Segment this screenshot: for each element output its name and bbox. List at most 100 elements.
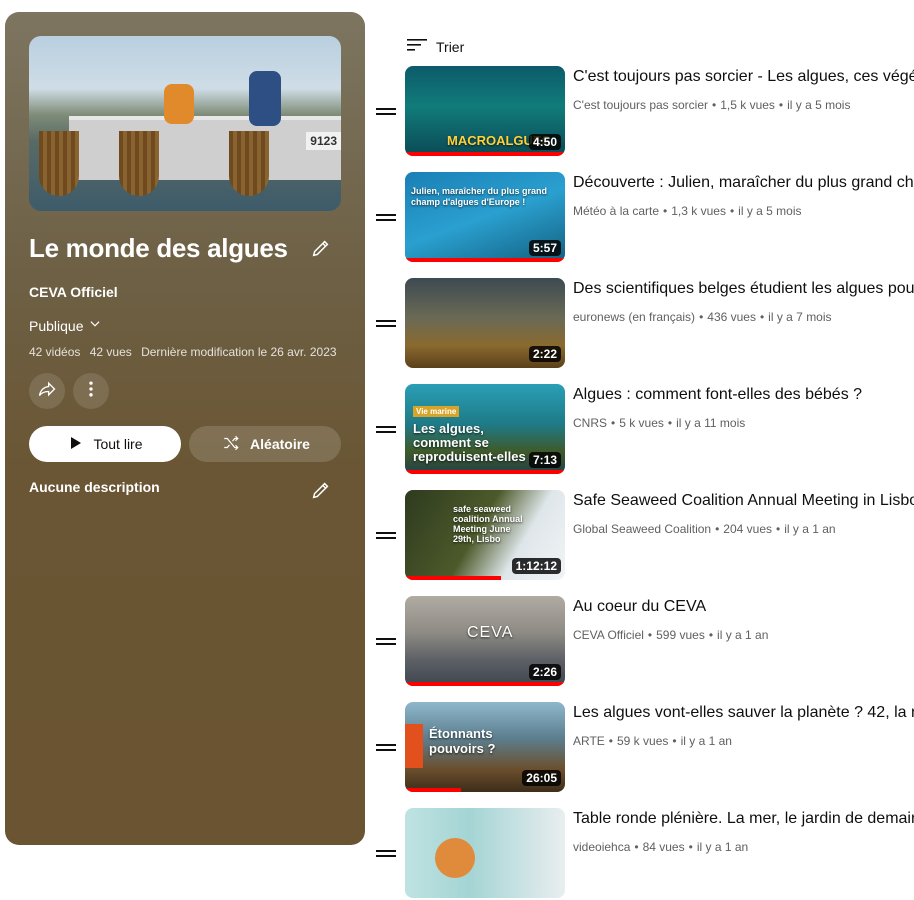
drag-handle-icon[interactable] [376, 426, 396, 434]
video-views: 204 vues [723, 522, 772, 536]
video-meta: Global Seaweed Coalition • 204 vues • il y a… [573, 522, 914, 536]
arte-logo [405, 724, 423, 768]
video-thumbnail[interactable]: Vie marine Les algues, comment se reprod… [405, 384, 565, 474]
chevron-down-icon [88, 317, 102, 334]
video-age: il y a 5 mois [738, 204, 802, 218]
edit-title-pencil-icon[interactable] [310, 237, 332, 259]
shuffle-button[interactable]: Aléatoire [189, 426, 341, 462]
sort-icon [407, 37, 427, 56]
thumbnail-caption: CEVA [467, 624, 514, 641]
video-meta: Météo à la carte • 1,3 k vues • il y a 5 moi… [573, 204, 914, 218]
separator-dot: • [608, 734, 613, 748]
cover-person [164, 84, 194, 124]
share-button[interactable] [29, 373, 65, 409]
video-duration: 5:57 [528, 240, 561, 256]
video-channel[interactable]: C'est toujours pas sorcier [573, 98, 708, 112]
drag-handle-icon[interactable] [376, 108, 396, 116]
drag-handle-icon[interactable] [376, 744, 396, 752]
video-channel[interactable]: Météo à la carte [573, 204, 659, 218]
video-duration: 2:22 [528, 346, 561, 362]
video-thumbnail[interactable] [405, 808, 565, 898]
video-duration: 26:05 [522, 770, 561, 786]
view-count: 42 vues [89, 345, 132, 359]
video-channel[interactable]: CNRS [573, 416, 607, 430]
video-age: il y a 7 mois [768, 310, 832, 324]
privacy-dropdown[interactable]: Publique [29, 317, 102, 334]
separator-dot: • [667, 416, 673, 430]
video-thumbnail[interactable]: MACROALGUES 4:50 [405, 66, 565, 156]
playlist-owner[interactable]: CEVA Officiel [29, 284, 118, 300]
separator-dot: • [759, 310, 765, 324]
video-duration: 1:12:12 [511, 558, 561, 574]
video-title[interactable]: Table ronde plénière. La mer, le jardin … [573, 810, 914, 828]
video-title[interactable]: C'est toujours pas sorcier - Les algues,… [573, 68, 914, 86]
list-item[interactable]: safe seaweed coalition Annual Meeting Ju… [376, 490, 914, 582]
video-channel[interactable]: Global Seaweed Coalition [573, 522, 711, 536]
drag-handle-icon[interactable] [376, 320, 396, 328]
cover-boat [69, 116, 341, 180]
list-item[interactable]: Vie marine Les algues, comment se reprod… [376, 384, 914, 476]
list-item[interactable]: Julien, maraîcher du plus grand champ d'… [376, 172, 914, 264]
video-thumbnail[interactable]: CEVA 2:26 [405, 596, 565, 686]
video-thumbnail[interactable]: safe seaweed coalition Annual Meeting Ju… [405, 490, 565, 580]
video-meta: CNRS • 5 k vues • il y a 11 mois [573, 416, 914, 430]
video-meta: ARTE • 59 k vues • il y a 1 an [573, 734, 914, 748]
share-icon [37, 379, 57, 404]
sort-button[interactable]: Trier [407, 37, 464, 56]
separator-dot: • [647, 628, 653, 642]
separator-dot: • [729, 204, 735, 218]
list-item[interactable]: Table ronde plénière. La mer, le jardin … [376, 808, 914, 900]
separator-dot: • [699, 310, 704, 324]
shuffle-label: Aléatoire [250, 436, 310, 452]
video-title[interactable]: Algues : comment font-elles des bébés ? [573, 386, 914, 404]
drag-handle-icon[interactable] [376, 638, 396, 646]
thumbnail-caption: Julien, maraîcher du plus grand champ d'… [411, 186, 548, 207]
drag-handle-icon[interactable] [376, 214, 396, 222]
thumbnail-caption: safe seaweed coalition Annual Meeting Ju… [453, 504, 523, 544]
watch-progress-bar [405, 682, 565, 686]
video-channel[interactable]: euronews (en français) [573, 310, 695, 324]
edit-description-pencil-icon[interactable] [310, 479, 332, 501]
video-views: 5 k vues [619, 416, 664, 430]
playlist-title: Le monde des algues [29, 233, 288, 263]
video-title[interactable]: Découverte : Julien, maraîcher du plus g… [573, 174, 914, 192]
video-title[interactable]: Des scientifiques belges étudient les al… [573, 280, 914, 298]
list-item[interactable]: 2:22 Des scientifiques belges étudient l… [376, 278, 914, 370]
video-thumbnail[interactable]: 2:22 [405, 278, 565, 368]
video-count: 42 vidéos [29, 345, 81, 359]
video-duration: 2:26 [528, 664, 561, 680]
video-views: 599 vues [656, 628, 705, 642]
drag-handle-icon[interactable] [376, 850, 396, 858]
video-thumbnail[interactable]: Julien, maraîcher du plus grand champ d'… [405, 172, 565, 262]
playlist-cover-image[interactable]: 9123 [29, 36, 341, 211]
video-title[interactable]: Au coeur du CEVA [573, 598, 914, 616]
separator-dot: • [663, 204, 668, 218]
separator-dot: • [708, 628, 714, 642]
list-item[interactable]: CEVA 2:26 Au coeur du CEVA CEVA Officiel… [376, 596, 914, 688]
video-duration: 4:50 [528, 134, 561, 150]
video-age: il y a 1 an [680, 734, 732, 748]
thumbnail-caption: Étonnants pouvoirs ? [429, 726, 496, 756]
video-views: 1,3 k vues [671, 204, 726, 218]
more-vertical-icon [81, 379, 101, 404]
cover-algae [119, 131, 159, 196]
last-modified: Dernière modification le 26 avr. 2023 [141, 345, 337, 359]
watch-progress-bar [405, 152, 565, 156]
video-views: 436 vues [707, 310, 756, 324]
video-age: il y a 11 mois [676, 416, 746, 430]
playlist-stats: 42 vidéos 42 vues Dernière modification … [29, 345, 343, 359]
play-all-button[interactable]: Tout lire [29, 426, 181, 462]
separator-dot: • [776, 522, 781, 536]
list-item[interactable]: Étonnants pouvoirs ? 26:05 Les algues vo… [376, 702, 914, 794]
video-thumbnail[interactable]: Étonnants pouvoirs ? 26:05 [405, 702, 565, 792]
video-title[interactable]: Safe Seaweed Coalition Annual Meeting in… [573, 492, 914, 510]
list-item[interactable]: MACROALGUES 4:50 C'est toujours pas sorc… [376, 66, 914, 158]
watch-progress-bar [405, 258, 565, 262]
video-channel[interactable]: CEVA Officiel [573, 628, 644, 642]
more-actions-button[interactable] [73, 373, 109, 409]
drag-handle-icon[interactable] [376, 532, 396, 540]
video-title[interactable]: Les algues vont-elles sauver la planète … [573, 704, 914, 722]
video-channel[interactable]: ARTE [573, 734, 605, 748]
playlist-description: Aucune description [29, 479, 160, 495]
separator-dot: • [611, 416, 616, 430]
